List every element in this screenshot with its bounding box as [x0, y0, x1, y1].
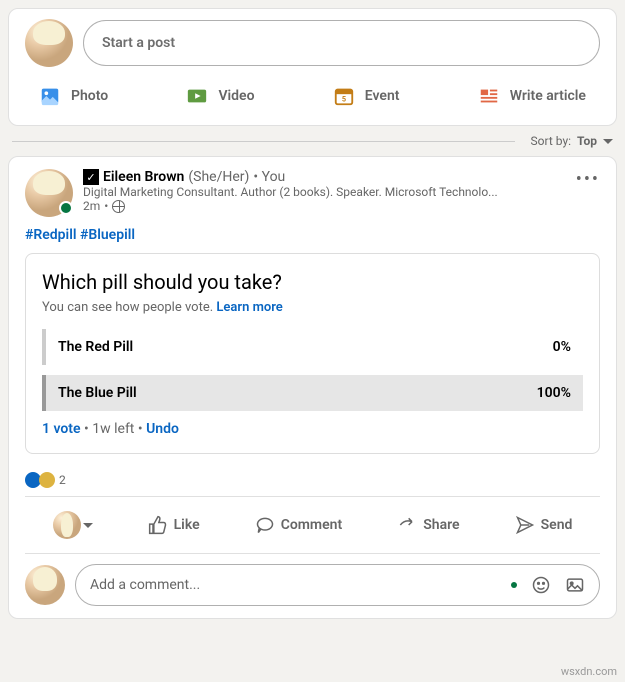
more-button[interactable]: •••: [576, 169, 600, 190]
svg-text:5: 5: [342, 95, 346, 104]
presence-dot: [511, 582, 517, 588]
react-as-selector[interactable]: [45, 501, 101, 549]
avatar[interactable]: [25, 565, 65, 605]
sort-value[interactable]: Top: [577, 134, 597, 148]
post-time: 2m: [83, 199, 100, 213]
poll-option-pct: 100%: [537, 385, 571, 401]
poll-option-pct: 0%: [553, 339, 571, 355]
event-button[interactable]: 5 Event: [325, 75, 408, 117]
watermark: wsxdn.com: [561, 665, 617, 678]
presence-indicator: [59, 201, 73, 215]
comment-button[interactable]: Comment: [247, 501, 350, 549]
sort-label: Sort by:: [531, 134, 572, 148]
poll: Which pill should you take? You can see …: [25, 253, 600, 454]
comment-icon: [255, 515, 275, 535]
event-icon: 5: [333, 85, 355, 107]
like-icon: [148, 515, 168, 535]
poll-question: Which pill should you take?: [42, 270, 583, 294]
comment-input[interactable]: Add a comment...: [75, 564, 600, 606]
video-icon: [186, 85, 208, 107]
hashtag[interactable]: #Bluepill: [80, 227, 135, 243]
author-headline: Digital Marketing Consultant. Author (2 …: [83, 185, 503, 199]
photo-icon: [39, 85, 61, 107]
send-button[interactable]: Send: [507, 501, 581, 549]
hashtag[interactable]: #Redpill: [25, 227, 76, 243]
author-you: • You: [253, 169, 285, 185]
avatar: [53, 511, 81, 539]
globe-icon: [112, 200, 125, 213]
learn-more-link[interactable]: Learn more: [216, 300, 282, 315]
share-icon: [397, 515, 417, 535]
video-button[interactable]: Video: [178, 75, 262, 117]
author-name[interactable]: Eileen Brown: [103, 169, 184, 185]
article-label: Write article: [510, 88, 586, 104]
comment-placeholder: Add a comment...: [90, 577, 200, 593]
like-label: Like: [174, 517, 200, 533]
send-label: Send: [541, 517, 573, 533]
time-left: 1w left: [92, 421, 134, 437]
image-icon[interactable]: [565, 575, 585, 595]
send-icon: [515, 515, 535, 535]
curious-reaction-icon: [39, 472, 55, 488]
post-avatar-wrap[interactable]: [25, 169, 73, 217]
share-button[interactable]: Share: [389, 501, 467, 549]
article-icon: [478, 85, 500, 107]
emoji-icon[interactable]: [531, 575, 551, 595]
poll-option-label: The Red Pill: [58, 339, 133, 355]
article-button[interactable]: Write article: [470, 75, 594, 117]
avatar[interactable]: [25, 19, 73, 67]
photo-button[interactable]: Photo: [31, 75, 116, 117]
start-post-input[interactable]: Start a post: [83, 20, 600, 66]
sort-bar: Sort by: Top: [12, 134, 613, 148]
poll-subtext: You can see how people vote.: [42, 300, 213, 315]
comment-label: Comment: [281, 517, 342, 533]
vote-count[interactable]: 1 vote: [42, 421, 81, 437]
chevron-down-icon[interactable]: [603, 139, 613, 144]
author-pronoun: (She/Her): [188, 169, 249, 185]
share-label: Share: [423, 517, 459, 533]
post-card: ✓ Eileen Brown (She/Her) • You Digital M…: [8, 156, 617, 619]
poll-option[interactable]: The Red Pill 0%: [42, 329, 583, 365]
photo-label: Photo: [71, 88, 108, 104]
event-label: Event: [365, 88, 400, 104]
undo-link[interactable]: Undo: [146, 421, 179, 437]
reaction-count: 2: [59, 473, 66, 487]
reactions-row[interactable]: 2: [25, 464, 600, 497]
poll-option-label: The Blue Pill: [58, 385, 137, 401]
start-post-card: Start a post Photo Video 5 Event Write a…: [8, 8, 617, 126]
like-button[interactable]: Like: [140, 501, 208, 549]
verified-icon: ✓: [83, 169, 99, 185]
poll-option[interactable]: The Blue Pill 100%: [42, 375, 583, 411]
chevron-down-icon: [83, 523, 93, 528]
video-label: Video: [218, 88, 254, 104]
